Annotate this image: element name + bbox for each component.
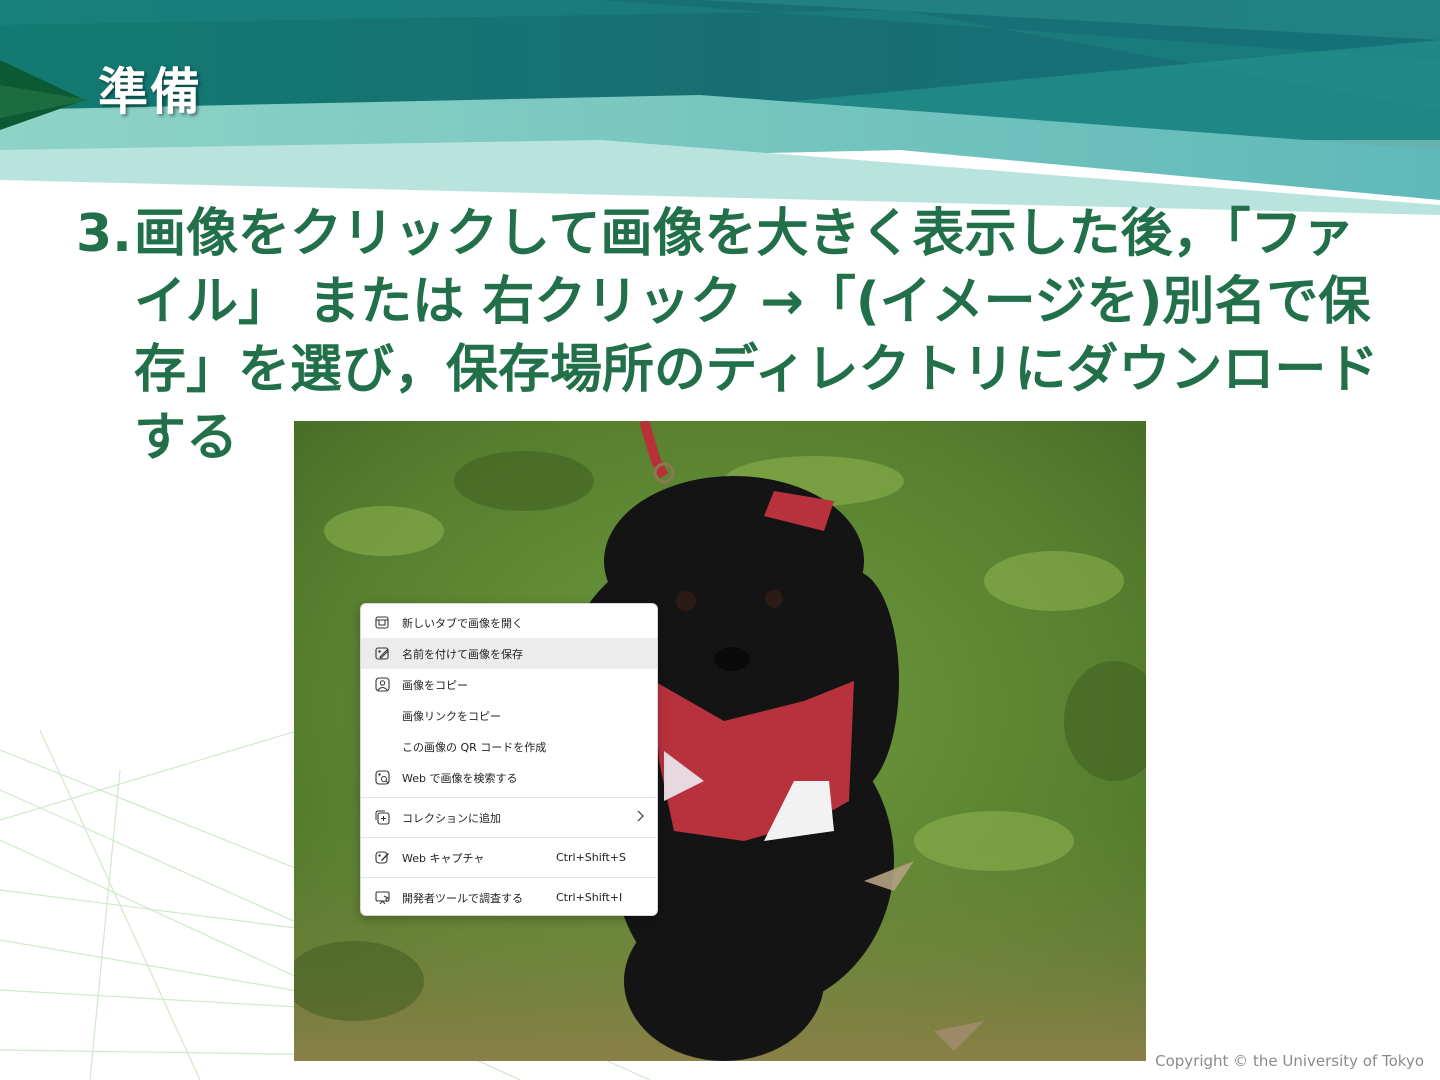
- menu-separator: [361, 877, 657, 878]
- chevron-right-icon: [635, 810, 645, 825]
- header-banner: [0, 0, 1440, 215]
- open-in-new-tab-icon: [374, 615, 390, 631]
- menu-separator: [361, 797, 657, 798]
- step-number: 3.: [76, 204, 132, 264]
- menu-item-save-image-as[interactable]: 名前を付けて画像を保存: [361, 638, 657, 669]
- collections-icon: [374, 810, 390, 826]
- visual-search-icon: [374, 770, 390, 786]
- shortcut-label: Ctrl+Shift+S: [556, 851, 626, 864]
- image-context-menu: 新しいタブで画像を開く 名前を付けて画像を保存 画像をコピー 画像リンクをコピー…: [360, 603, 658, 916]
- menu-item-create-qr-code[interactable]: この画像の QR コードを作成: [361, 731, 657, 762]
- copyright-notice: Copyright © the University of Tokyo: [1155, 1052, 1424, 1070]
- menu-item-web-capture[interactable]: Web キャプチャ Ctrl+Shift+S: [361, 842, 657, 873]
- shortcut-label: Ctrl+Shift+I: [556, 891, 623, 904]
- copy-image-icon: [374, 677, 390, 693]
- web-capture-icon: [374, 850, 390, 866]
- menu-item-search-image-web[interactable]: Web で画像を検索する: [361, 762, 657, 793]
- menu-item-copy-image[interactable]: 画像をコピー: [361, 669, 657, 700]
- menu-item-copy-image-link[interactable]: 画像リンクをコピー: [361, 700, 657, 731]
- devtools-icon: [374, 890, 390, 906]
- menu-item-add-to-collections[interactable]: コレクションに追加: [361, 802, 657, 833]
- menu-item-inspect-devtools[interactable]: 開発者ツールで調査する Ctrl+Shift+I: [361, 882, 657, 913]
- menu-item-open-image-new-tab[interactable]: 新しいタブで画像を開く: [361, 607, 657, 638]
- slide-title: 準備: [98, 63, 202, 121]
- menu-separator: [361, 837, 657, 838]
- save-image-icon: [374, 646, 390, 662]
